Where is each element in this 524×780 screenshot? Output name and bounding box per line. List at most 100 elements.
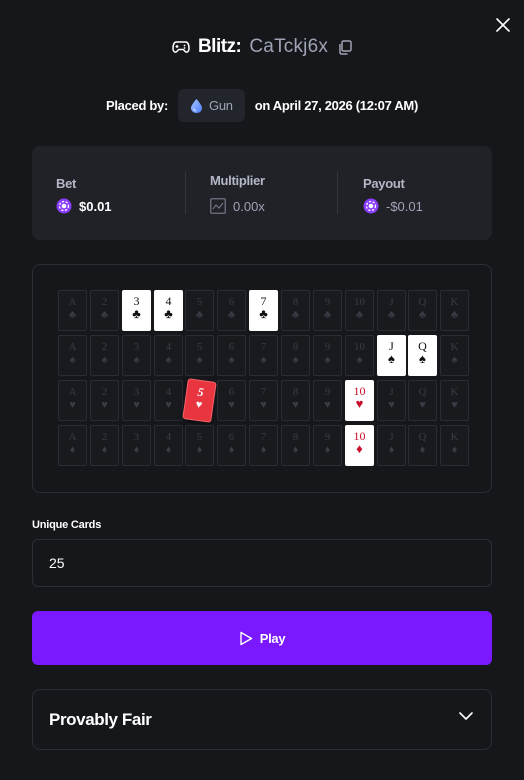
card-suit: ♣: [132, 306, 141, 321]
unique-cards-value: 25: [49, 555, 65, 571]
card-rank: Q: [418, 296, 427, 308]
card-suit: ♣: [450, 309, 459, 321]
unique-cards-label: Unique Cards: [32, 519, 102, 531]
chip-icon: [363, 198, 379, 214]
card-rank: 3: [133, 431, 140, 443]
card-rank: A: [68, 386, 77, 398]
payout-stat: Payout -$0.01: [338, 146, 492, 240]
card-suit: ♣: [68, 309, 77, 321]
card-suit: ♠: [260, 354, 267, 366]
card-suit: ♣: [418, 309, 427, 321]
play-label: Play: [259, 630, 286, 646]
card-rank: 10: [354, 341, 365, 353]
card-suit: ♥: [451, 399, 458, 411]
card-a-diamonds: A ♦: [58, 425, 87, 466]
card-suit: ♦: [292, 444, 299, 456]
copy-icon: [339, 39, 352, 55]
card-3-spades: 3 ♠: [122, 335, 151, 376]
card-j-diamonds: J ♦: [377, 425, 406, 466]
card-suit: ♦: [165, 444, 172, 456]
card-9-spades: 9 ♠: [313, 335, 342, 376]
card-6-diamonds: 6 ♦: [217, 425, 246, 466]
card-rank: 2: [101, 431, 108, 443]
card-suit: ♠: [228, 354, 235, 366]
card-rank: 8: [292, 431, 299, 443]
bet-label: Bet: [56, 176, 77, 191]
card-rank: 8: [292, 296, 299, 308]
card-suit: ♠: [69, 354, 76, 366]
card-suit: ♣: [355, 309, 364, 321]
card-6-clubs: 6 ♣: [217, 290, 246, 331]
card-rank: K: [450, 431, 459, 443]
bet-title: Blitz: CaTckj6x: [0, 36, 524, 58]
card-8-diamonds: 8 ♦: [281, 425, 310, 466]
card-3-hearts: 3 ♥: [122, 380, 151, 421]
card-k-hearts: K ♥: [440, 380, 469, 421]
bet-amount: $0.01: [79, 198, 112, 214]
bet-value: $0.01: [56, 198, 112, 214]
card-rank: 5: [196, 431, 203, 443]
card-board: A ♣ 2 ♣ 3 ♣ 4 ♣ 5 ♣ 6 ♣ 7 ♣ 8 ♣ 9 ♣ 10 ♣ J ♣ Q ♣ K ♣ A ♠ 2 ♠ 3 ♠ 4 ♠ 5 ♠ 6 ♠ 7…: [32, 264, 492, 493]
card-8-spades: 8 ♠: [281, 335, 310, 376]
card-suit: ♣: [387, 309, 396, 321]
card-a-clubs: A ♣: [58, 290, 87, 331]
card-suit: ♠: [101, 354, 108, 366]
card-a-spades: A ♠: [58, 335, 87, 376]
card-rank: 4: [165, 386, 172, 398]
chip-icon: [56, 198, 72, 214]
placed-by-label: Placed by:: [105, 98, 169, 113]
card-j-clubs: J ♣: [377, 290, 406, 331]
card-2-hearts: 2 ♥: [90, 380, 119, 421]
card-10-spades: 10 ♠: [345, 335, 374, 376]
card-rank: Q: [418, 431, 427, 443]
card-5-clubs: 5 ♣: [185, 290, 214, 331]
game-name: Blitz:: [197, 36, 242, 57]
card-10-clubs: 10 ♣: [345, 290, 374, 331]
card-suit: ♦: [356, 441, 363, 456]
unique-cards-field[interactable]: 25: [32, 539, 492, 587]
card-3-diamonds: 3 ♦: [122, 425, 151, 466]
card-rank: 7: [260, 386, 267, 398]
card-rank: K: [450, 341, 459, 353]
card-rank: 7: [260, 341, 267, 353]
card-suit: ♠: [196, 354, 203, 366]
bet-stat: Bet $0.01: [32, 146, 184, 240]
card-suit: ♣: [323, 309, 332, 321]
bet-id: CaTckj6x: [249, 36, 329, 57]
card-suit: ♦: [196, 444, 203, 456]
card-5-diamonds: 5 ♦: [185, 425, 214, 466]
water-drop-icon: [191, 98, 203, 113]
card-2-clubs: 2 ♣: [90, 290, 119, 331]
card-suit: ♦: [388, 444, 395, 456]
card-k-spades: K ♠: [440, 335, 469, 376]
card-suit: ♠: [356, 354, 363, 366]
card-4-spades: 4 ♠: [154, 335, 183, 376]
card-rank: 3: [133, 341, 140, 353]
provably-fair-accordion[interactable]: Provably Fair: [32, 689, 492, 750]
close-button[interactable]: [492, 14, 514, 36]
play-button[interactable]: Play: [32, 611, 492, 665]
card-8-hearts: 8 ♥: [281, 380, 310, 421]
card-q-spades: Q ♠: [408, 335, 437, 376]
card-suit: ♠: [324, 354, 331, 366]
copy-button[interactable]: [338, 39, 352, 55]
user-chip[interactable]: Gun: [178, 89, 245, 122]
card-4-hearts: 4 ♥: [154, 380, 183, 421]
card-suit: ♠: [419, 351, 426, 366]
gamepad-icon: [172, 41, 190, 53]
card-7-diamonds: 7 ♦: [249, 425, 278, 466]
card-rank: 6: [228, 296, 235, 308]
card-a-hearts: A ♥: [58, 380, 87, 421]
card-suit: ♠: [451, 354, 458, 366]
card-rank: 2: [101, 296, 108, 308]
card-9-clubs: 9 ♣: [313, 290, 342, 331]
card-2-diamonds: 2 ♦: [90, 425, 119, 466]
card-q-diamonds: Q ♦: [408, 425, 437, 466]
card-rank: 7: [260, 431, 267, 443]
card-rank: 6: [228, 431, 235, 443]
card-rank: 9: [324, 431, 331, 443]
card-suit: ♥: [228, 399, 235, 411]
card-rank: 8: [292, 341, 299, 353]
card-rank: 6: [228, 386, 235, 398]
card-j-hearts: J ♥: [377, 380, 406, 421]
